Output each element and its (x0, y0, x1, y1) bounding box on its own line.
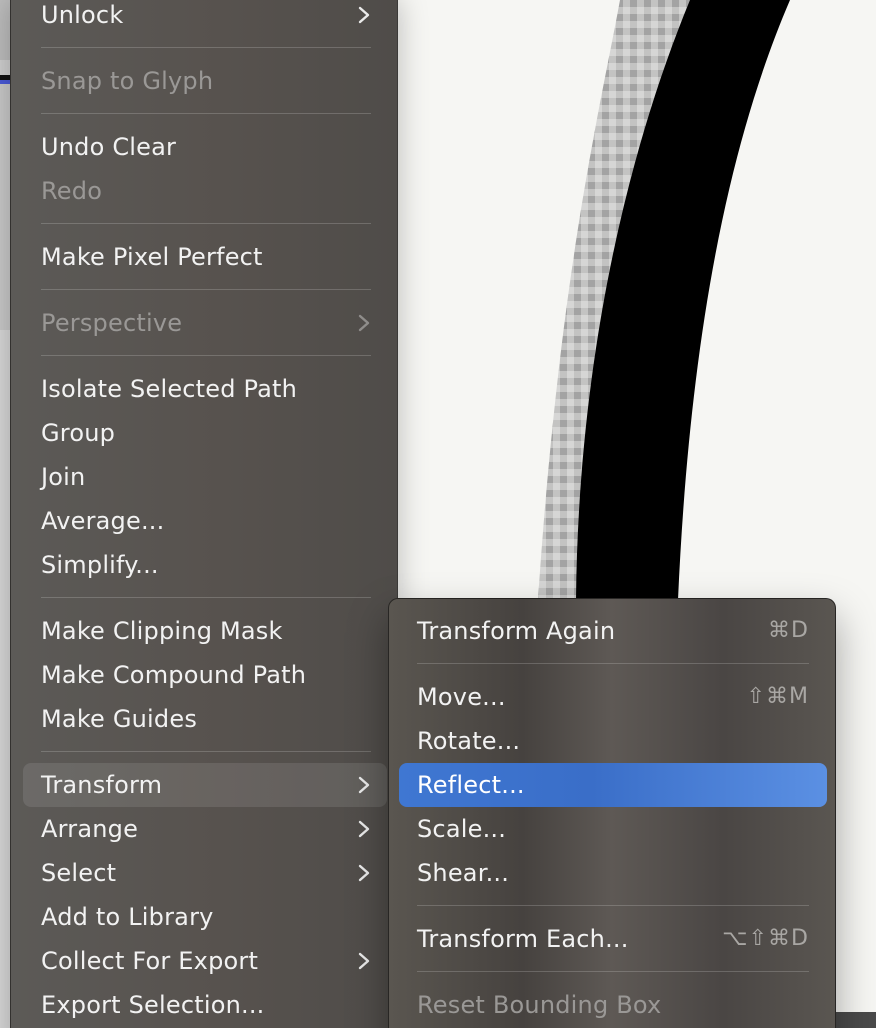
chevron-right-icon (357, 301, 373, 345)
submenu-item-scale[interactable]: Scale... (399, 807, 827, 851)
menu-item-snap-to-glyph[interactable]: Snap to Glyph (23, 59, 387, 103)
menu-item-label: Group (41, 419, 116, 447)
menu-item-label: Simplify... (41, 551, 159, 579)
submenu-item-move[interactable]: Move... ⇧⌘M (399, 675, 827, 719)
menu-item-redo[interactable]: Redo (23, 169, 387, 213)
menu-item-collect-for-export[interactable]: Collect For Export (23, 939, 387, 983)
menu-item-label: Collect For Export (41, 947, 259, 975)
submenu-item-reflect[interactable]: Reflect... (399, 763, 827, 807)
submenu-item-shear[interactable]: Shear... (399, 851, 827, 895)
menu-item-label: Make Compound Path (41, 661, 307, 689)
menu-item-label: Export Selection... (41, 991, 265, 1019)
menu-item-label: Scale... (417, 815, 507, 843)
menu-item-label: Undo Clear (41, 133, 177, 161)
menu-item-average[interactable]: Average... (23, 499, 387, 543)
keyboard-shortcut: ⌥⇧⌘D (722, 926, 809, 951)
menu-item-label: Snap to Glyph (41, 67, 214, 95)
context-menu: Unlock Snap to Glyph Undo Clear Redo Mak… (10, 0, 398, 1028)
menu-item-label: Transform Again (417, 617, 616, 645)
submenu-item-transform-again[interactable]: Transform Again ⌘D (399, 609, 827, 653)
status-bar-fragment (830, 1012, 876, 1028)
menu-item-label: Reset Bounding Box (417, 991, 662, 1019)
menu-item-arrange[interactable]: Arrange (23, 807, 387, 851)
menu-item-label: Reflect... (417, 771, 525, 799)
menu-separator (41, 597, 371, 598)
submenu-item-reset-bounding-box[interactable]: Reset Bounding Box (399, 983, 827, 1027)
transform-submenu: Transform Again ⌘D Move... ⇧⌘M Rotate...… (388, 598, 836, 1028)
menu-separator (417, 905, 809, 906)
menu-separator (41, 751, 371, 752)
menu-separator (417, 663, 809, 664)
submenu-item-rotate[interactable]: Rotate... (399, 719, 827, 763)
menu-item-group[interactable]: Group (23, 411, 387, 455)
menu-item-export-selection[interactable]: Export Selection... (23, 983, 387, 1027)
menu-separator (417, 971, 809, 972)
chevron-right-icon (357, 807, 373, 851)
menu-item-label: Average... (41, 507, 165, 535)
menu-item-label: Transform Each... (417, 925, 629, 953)
menu-item-label: Join (41, 463, 86, 491)
menu-separator (41, 113, 371, 114)
chevron-right-icon (357, 851, 373, 895)
menu-item-add-to-library[interactable]: Add to Library (23, 895, 387, 939)
chevron-right-icon (357, 0, 373, 37)
menu-item-label: Add to Library (41, 903, 214, 931)
menu-item-label: Move... (417, 683, 506, 711)
menu-item-label: Make Guides (41, 705, 198, 733)
menu-item-select[interactable]: Select (23, 851, 387, 895)
menu-item-simplify[interactable]: Simplify... (23, 543, 387, 587)
keyboard-shortcut: ⌘D (768, 618, 809, 643)
menu-separator (41, 47, 371, 48)
menu-item-label: Unlock (41, 1, 124, 29)
menu-separator (41, 289, 371, 290)
menu-item-label: Make Pixel Perfect (41, 243, 263, 271)
menu-item-join[interactable]: Join (23, 455, 387, 499)
menu-item-isolate-selected-path[interactable]: Isolate Selected Path (23, 367, 387, 411)
menu-item-label: Shear... (417, 859, 510, 887)
chevron-right-icon (357, 939, 373, 983)
menu-item-transform[interactable]: Transform (23, 763, 387, 807)
submenu-item-transform-each[interactable]: Transform Each... ⌥⇧⌘D (399, 917, 827, 961)
menu-item-label: Transform (41, 771, 163, 799)
menu-item-label: Isolate Selected Path (41, 375, 298, 403)
menu-item-label: Select (41, 859, 117, 887)
menu-item-label: Perspective (41, 309, 183, 337)
keyboard-shortcut: ⇧⌘M (746, 684, 809, 709)
menu-separator (41, 223, 371, 224)
menu-item-label: Redo (41, 177, 103, 205)
chevron-right-icon (357, 763, 373, 807)
menu-separator (41, 355, 371, 356)
menu-item-label: Arrange (41, 815, 139, 843)
menu-item-make-pixel-perfect[interactable]: Make Pixel Perfect (23, 235, 387, 279)
menu-item-unlock[interactable]: Unlock (23, 0, 387, 37)
menu-item-undo-clear[interactable]: Undo Clear (23, 125, 387, 169)
menu-item-make-guides[interactable]: Make Guides (23, 697, 387, 741)
menu-item-perspective[interactable]: Perspective (23, 301, 387, 345)
menu-item-label: Make Clipping Mask (41, 617, 283, 645)
menu-item-label: Rotate... (417, 727, 521, 755)
menu-item-make-compound-path[interactable]: Make Compound Path (23, 653, 387, 697)
menu-item-make-clipping-mask[interactable]: Make Clipping Mask (23, 609, 387, 653)
